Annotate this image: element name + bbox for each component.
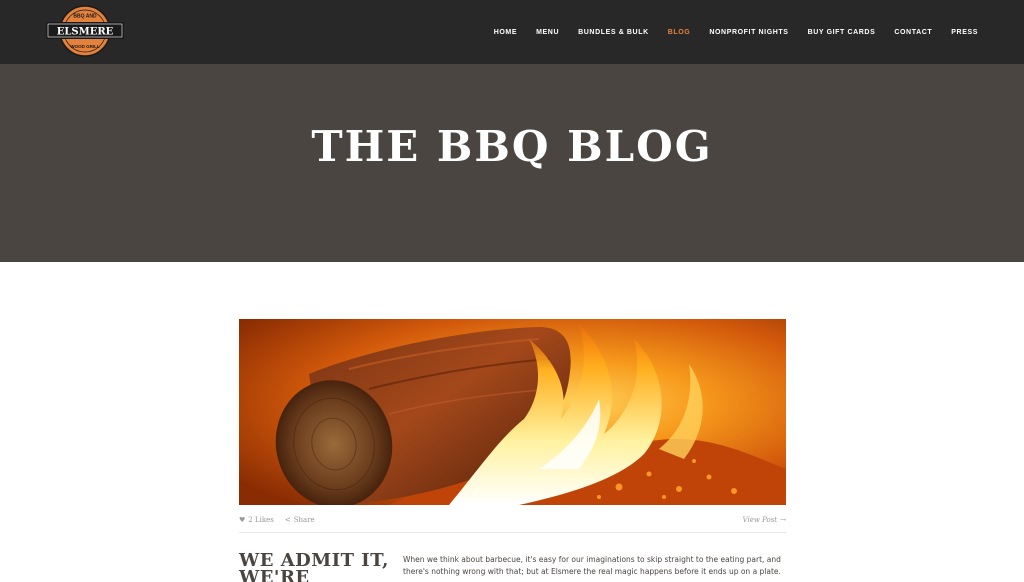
share-label: Share <box>293 516 315 524</box>
arrow-right-icon: → <box>780 516 786 524</box>
nav-contact[interactable]: CONTACT <box>894 29 932 36</box>
burning-log-image <box>239 319 786 505</box>
elsmere-logo[interactable]: BBQ AND ELSMERE WOOD GRILL <box>46 5 124 57</box>
nav-nonprofit-nights[interactable]: NONPROFIT NIGHTS <box>709 29 788 36</box>
share-button[interactable]: < Share <box>285 516 315 524</box>
nav-bundles-bulk[interactable]: BUNDLES & BULK <box>578 29 649 36</box>
share-icon: < <box>284 516 291 524</box>
nav-blog[interactable]: BLOG <box>668 29 691 36</box>
heart-icon: ♥ <box>239 516 246 524</box>
main-nav: HOME MENU BUNDLES & BULK BLOG NONPROFIT … <box>494 0 978 64</box>
likes-label: 2 Likes <box>248 516 274 524</box>
view-post-link[interactable]: View Post → <box>743 516 786 524</box>
post-divider <box>239 532 786 533</box>
svg-text:ELSMERE: ELSMERE <box>57 27 114 38</box>
post-excerpt: When we think about barbecue, it's easy … <box>403 555 781 576</box>
site-header: BBQ AND ELSMERE WOOD GRILL HOME MENU BUN… <box>0 0 1024 64</box>
view-post-label: View Post <box>742 516 778 524</box>
post-meta-bar: ♥ 2 Likes < Share View Post → <box>239 512 786 528</box>
hero-banner: THE BBQ BLOG <box>0 64 1024 262</box>
nav-press[interactable]: PRESS <box>951 29 978 36</box>
page-title: THE BBQ BLOG <box>311 122 713 171</box>
post-featured-image[interactable] <box>239 319 786 505</box>
post-title[interactable]: WE ADMIT IT, WE'RE <box>239 552 389 582</box>
likes-button[interactable]: ♥ 2 Likes <box>239 516 274 524</box>
nav-buy-gift-cards[interactable]: BUY GIFT CARDS <box>808 29 876 36</box>
svg-text:WOOD GRILL: WOOD GRILL <box>70 44 99 49</box>
nav-home[interactable]: HOME <box>494 29 517 36</box>
svg-text:BBQ AND: BBQ AND <box>73 14 97 20</box>
nav-menu[interactable]: MENU <box>536 29 559 36</box>
